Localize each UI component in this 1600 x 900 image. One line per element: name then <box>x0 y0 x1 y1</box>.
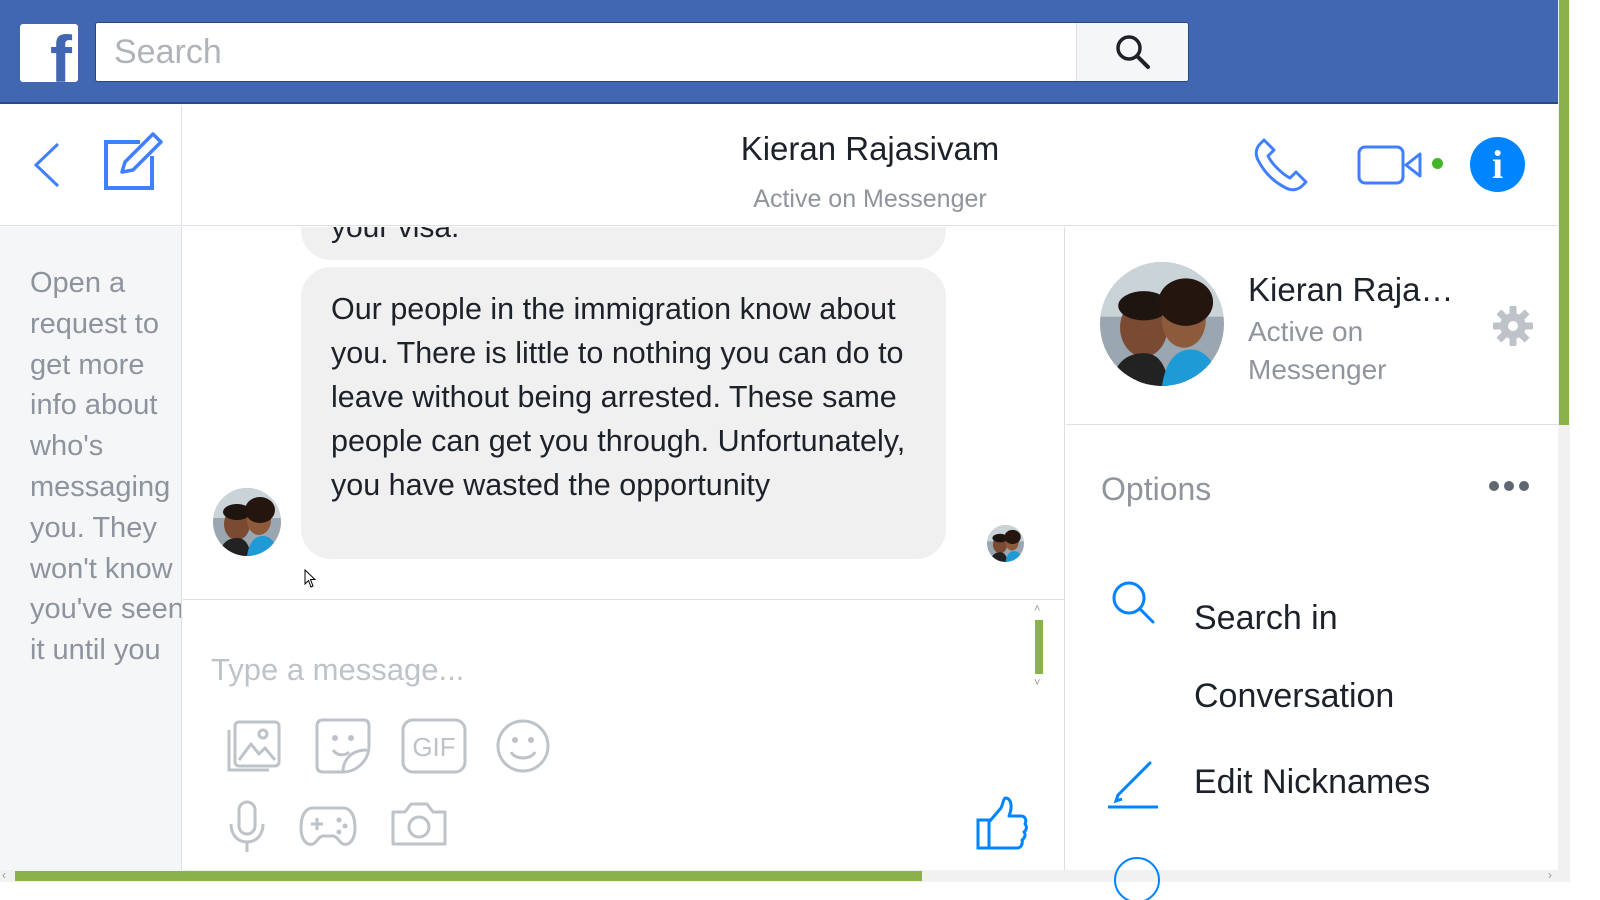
pencil-icon <box>1108 761 1158 809</box>
microphone-icon <box>229 800 265 852</box>
horizontal-scrollbar-thumb[interactable] <box>15 871 922 881</box>
edit-nicknames-option[interactable]: Edit Nicknames <box>1194 763 1430 802</box>
video-camera-icon <box>1357 145 1422 185</box>
conversation-info-panel: Kieran Rajasivam Active on Messenger Opt <box>1066 227 1558 900</box>
games-button[interactable] <box>299 804 357 853</box>
profile-avatar[interactable] <box>1100 262 1224 386</box>
search-box <box>95 22 1189 82</box>
composer-scrollbar-thumb[interactable] <box>1035 620 1043 674</box>
voice-clip-button[interactable] <box>227 800 267 859</box>
gear-icon <box>1493 306 1533 346</box>
composer-scrollbar[interactable]: ˄ ˅ <box>1033 604 1045 689</box>
gif-label: GIF <box>412 732 455 762</box>
message-list[interactable]: your visa. Our people in the immigration… <box>183 227 1065 599</box>
message-request-text: Open a request to get more info about wh… <box>30 267 182 667</box>
edit-nicknames-icon-wrap[interactable] <box>1106 757 1160 816</box>
message-text: your visa. <box>331 227 460 244</box>
sender-avatar[interactable] <box>213 488 281 556</box>
phone-icon <box>1254 138 1308 192</box>
search-button[interactable] <box>1076 23 1188 81</box>
gif-button[interactable]: GIF <box>401 718 467 779</box>
page-horizontal-scrollbar[interactable]: ‹ › <box>0 868 1570 882</box>
sticker-button[interactable] <box>313 716 373 781</box>
logo-letter: f <box>50 24 72 82</box>
avatar-photo <box>213 488 281 556</box>
message-bubble[interactable]: Our people in the immigration know about… <box>301 267 946 559</box>
camera-icon <box>391 802 447 846</box>
voice-call-button[interactable] <box>1252 138 1310 199</box>
top-bar: f <box>0 0 1558 104</box>
game-controller-icon <box>299 806 357 846</box>
photo-icon <box>227 720 281 772</box>
mouse-cursor-icon <box>304 568 318 594</box>
message-text: Our people in the immigration know about… <box>331 292 906 502</box>
gif-icon: GIF <box>401 718 467 774</box>
camera-button[interactable] <box>389 800 449 853</box>
video-call-button[interactable] <box>1356 144 1424 191</box>
message-input[interactable] <box>211 648 1031 692</box>
profile-section: Kieran Rajasivam Active on Messenger <box>1066 227 1558 425</box>
options-heading: Options <box>1101 471 1212 507</box>
send-like-button[interactable] <box>975 796 1029 857</box>
facebook-logo[interactable]: f <box>20 24 78 82</box>
avatar-photo <box>1100 262 1224 386</box>
scroll-right-arrow-icon[interactable]: › <box>1548 868 1552 882</box>
search-icon <box>1115 35 1150 69</box>
more-options-button[interactable] <box>1488 479 1530 498</box>
message-composer: ˄ ˅ GIF <box>183 599 1065 870</box>
scroll-down-arrow-icon[interactable]: ˅ <box>1034 678 1040 689</box>
search-in-conversation-option[interactable]: Search in Conversation <box>1194 579 1494 735</box>
profile-status: Active on Messenger <box>1248 316 1387 385</box>
thumbs-up-icon <box>976 796 1028 850</box>
message-bubble[interactable]: your visa. <box>301 227 946 260</box>
profile-name[interactable]: Kieran Rajasivam <box>1248 271 1468 309</box>
sticker-icon <box>315 718 371 774</box>
search-icon <box>1112 581 1155 624</box>
read-receipt-avatar <box>987 525 1024 562</box>
info-icon[interactable]: i <box>1470 137 1525 192</box>
search-in-conversation-icon-wrap[interactable] <box>1110 579 1156 630</box>
next-option-icon[interactable] <box>1114 857 1160 900</box>
emoji-icon <box>496 719 550 773</box>
scroll-left-arrow-icon[interactable]: ‹ <box>2 868 6 882</box>
settings-button[interactable] <box>1492 305 1534 352</box>
more-icon <box>1489 481 1529 491</box>
search-input[interactable] <box>96 23 1076 81</box>
active-status-dot <box>1432 158 1443 169</box>
scroll-up-arrow-icon[interactable]: ˄ <box>1034 604 1040 615</box>
add-photo-button[interactable] <box>225 718 283 779</box>
message-request-panel: Open a request to get more info about wh… <box>0 227 182 870</box>
avatar-photo <box>987 525 1024 562</box>
emoji-button[interactable] <box>495 718 551 779</box>
